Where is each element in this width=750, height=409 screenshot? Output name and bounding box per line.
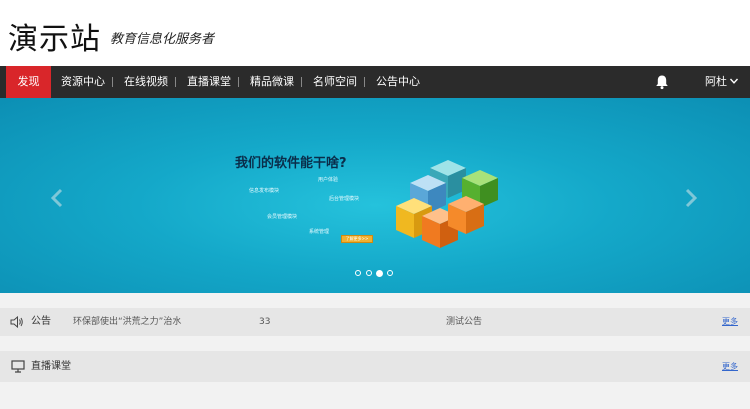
announcement-item[interactable]: 环保部使出“洪荒之力”治水 — [73, 308, 181, 336]
feature-cubes-illustration — [396, 160, 498, 248]
carousel-dot[interactable] — [387, 270, 393, 276]
site-header: 演示站 教育信息化服务者 — [0, 0, 750, 66]
announcement-bar: 公告 环保部使出“洪荒之力”治水 33 测试公告 更多 — [0, 308, 750, 336]
live-class-section-header: 直播课堂 更多 — [0, 351, 750, 382]
nav-separator — [364, 77, 365, 87]
nav-item-micro-lessons[interactable]: 精品微课 — [250, 66, 294, 98]
announcement-more-link[interactable]: 更多 — [722, 308, 738, 336]
banner-feature: 后台管理模块 — [329, 196, 360, 202]
announcement-item[interactable]: 测试公告 — [446, 308, 482, 336]
announcement-label: 公告 — [31, 316, 51, 327]
bell-icon[interactable] — [654, 74, 670, 90]
nav-separator — [301, 77, 302, 87]
hero-carousel[interactable]: 我们的软件能干啥? 用户体验 信息发布模块 后台管理模块 会员管理模块 系统管理… — [0, 98, 750, 293]
monitor-icon — [11, 360, 25, 373]
main-nav: 发现 资源中心 在线视频 直播课堂 精品微课 名师空间 公告中心 阿杜 — [0, 66, 750, 98]
nav-item-resources[interactable]: 资源中心 — [61, 66, 105, 98]
banner-feature: 会员管理模块 — [267, 214, 298, 220]
banner-feature: 用户体验 — [318, 177, 339, 183]
site-slogan: 教育信息化服务者 — [110, 32, 215, 47]
carousel-dot[interactable] — [366, 270, 372, 276]
carousel-prev-icon[interactable] — [50, 188, 64, 208]
banner-feature: 系统管理 — [309, 229, 330, 235]
live-class-title: 直播课堂 — [31, 361, 71, 372]
nav-item-discover[interactable]: 发现 — [6, 66, 51, 98]
nav-item-announcements[interactable]: 公告中心 — [376, 66, 420, 98]
chevron-down-icon[interactable] — [729, 76, 739, 86]
carousel-dot[interactable] — [355, 270, 361, 276]
live-class-more-link[interactable]: 更多 — [722, 351, 738, 382]
nav-separator — [238, 77, 239, 87]
nav-separator — [112, 77, 113, 87]
banner-title: 我们的软件能干啥? — [235, 156, 347, 171]
nav-item-teacher-space[interactable]: 名师空间 — [313, 66, 357, 98]
banner-feature: 信息发布模块 — [249, 188, 280, 194]
nav-separator — [175, 77, 176, 87]
announcement-item[interactable]: 33 — [259, 308, 270, 336]
speaker-icon — [10, 316, 23, 328]
carousel-next-icon[interactable] — [684, 188, 698, 208]
site-logo[interactable]: 演示站 — [8, 14, 101, 58]
nav-item-online-video[interactable]: 在线视频 — [124, 66, 168, 98]
carousel-dot-active[interactable] — [376, 269, 383, 277]
user-name[interactable]: 阿杜 — [705, 66, 727, 98]
nav-item-live-class[interactable]: 直播课堂 — [187, 66, 231, 98]
banner-cta-button[interactable]: 了解更多>> — [341, 235, 373, 243]
